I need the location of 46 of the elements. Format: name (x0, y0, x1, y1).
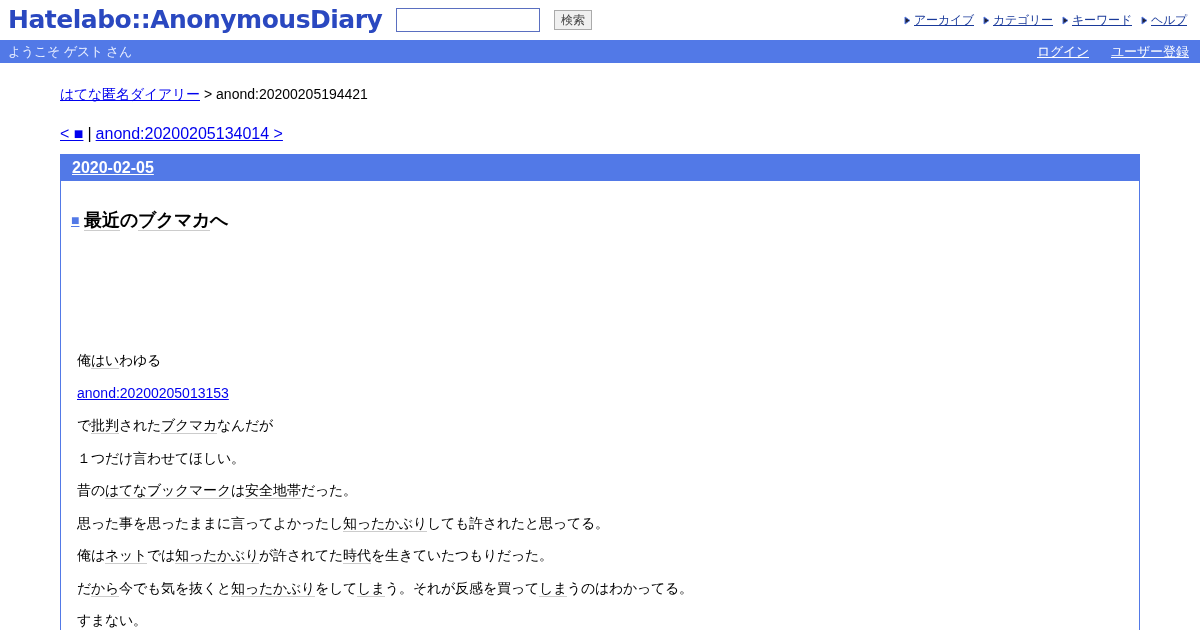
arrow-icon (1062, 15, 1069, 25)
entry-link[interactable]: anond:20200205013153 (77, 382, 229, 403)
next-link[interactable]: anond:20200205134014 > (95, 122, 283, 146)
arrow-icon (983, 15, 990, 25)
body-paragraph: だから今でも気を抜くと知ったかぶり をして しま う。それが反感を買って しま うのはわかってる。 (77, 578, 694, 598)
header-link[interactable]: ログイン (1037, 41, 1089, 62)
previous-link[interactable]: < ■ (60, 122, 84, 146)
entry-title: 最近のブクマカへ (84, 209, 229, 233)
nav-link[interactable]: アーカイブ (914, 11, 974, 29)
body-paragraph: 俺はネット では知ったかぶりが許されてた時代を生きていたつもりだった。 (77, 546, 554, 565)
welcome-text: ようこそ ゲスト さん (8, 42, 133, 61)
arrow-icon (904, 15, 911, 25)
arrow-icon (1141, 15, 1148, 25)
keyword-link[interactable]: しま (357, 579, 385, 597)
keyword-link[interactable]: ブクマカ (161, 417, 217, 434)
body-paragraph: すまない。 (77, 611, 148, 630)
body-paragraph: 思った事を思ったままに言ってよかったし知ったかぶり しても許されたと思ってる。 (77, 513, 610, 533)
search-field[interactable] (396, 8, 541, 32)
body-paragraph: 昔のはてなブックマーク は安全地帯だった。 (77, 481, 358, 500)
keyword-link[interactable]: 批判 (91, 417, 119, 434)
body-paragraph: で批判 されたブクマカ なんだが (77, 416, 274, 435)
keyword-link[interactable]: 知ったかぶり (175, 547, 259, 564)
breadcrumb-link[interactable]: はてな匿名ダイアリー (60, 84, 200, 105)
keyword-link[interactable]: ブクマカ (138, 210, 211, 231)
breadcrumb-current: > anond:20200205194421 (204, 85, 368, 104)
keyword-link[interactable]: ネット (105, 547, 147, 564)
nav-link[interactable]: キーワード (1072, 11, 1132, 29)
section-mark-link[interactable]: ■ (71, 210, 80, 231)
keyword-link[interactable]: 知ったかぶり (231, 579, 315, 597)
search-button[interactable]: 検索 (554, 10, 593, 30)
separator: | (87, 124, 92, 144)
keyword-link[interactable]: 最近 (84, 210, 121, 231)
keyword-link[interactable]: 時代 (343, 547, 371, 564)
keyword-link[interactable]: から (91, 579, 119, 597)
nav-link[interactable]: ヘルプ (1151, 11, 1187, 29)
keyword-link[interactable]: 知ったかぶり (343, 514, 427, 532)
keyword-link[interactable]: はてなブックマーク (105, 482, 231, 499)
body-paragraph: １つだけ言わせてほしい。 (77, 448, 246, 468)
keyword-link[interactable]: 安全地帯 (245, 482, 301, 499)
site-logo[interactable]: Hatelabo::AnonymousDiary (8, 1, 383, 39)
body-paragraph: 俺はいわゆる (77, 351, 162, 370)
keyword-link[interactable]: しま (539, 579, 567, 597)
nav-link[interactable]: カテゴリー (993, 11, 1053, 29)
header-link[interactable]: ユーザー登録 (1111, 41, 1189, 62)
date-link[interactable]: 2020-02-05 (72, 156, 154, 180)
keyword-link[interactable]: はい (91, 352, 119, 369)
